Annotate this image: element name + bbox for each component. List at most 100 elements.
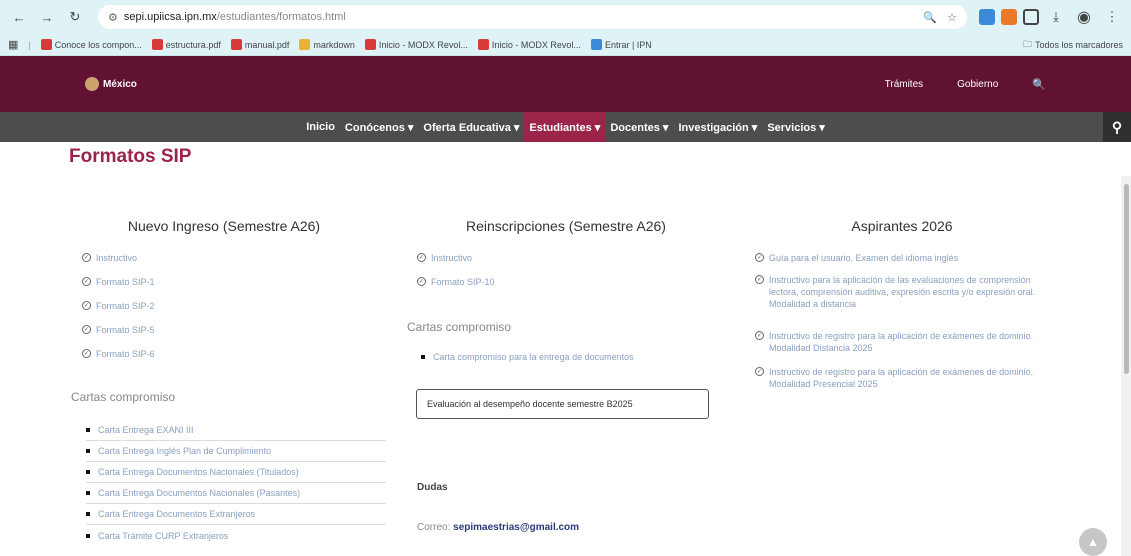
bookmark-item[interactable]: Entrar | IPN — [590, 39, 652, 50]
list-item[interactable]: Carta compromiso para la entrega de docu… — [421, 350, 634, 364]
page-title: Formatos SIP — [69, 146, 192, 167]
list-item[interactable]: ✓ Formato SIP-5 — [82, 324, 155, 348]
nav-conocenos[interactable]: Conócenos ▾ — [340, 112, 418, 142]
bullet-icon — [86, 449, 90, 453]
menu-icon[interactable]: ⋮ — [1101, 6, 1123, 28]
check-circle-icon: ✓ — [417, 253, 426, 262]
nav-docentes[interactable]: Docentes ▾ — [605, 112, 673, 142]
check-circle-icon: ✓ — [82, 253, 91, 262]
bookmark-item[interactable]: Conoce los compon... — [40, 39, 142, 50]
back-button[interactable]: ← — [8, 6, 30, 28]
address-bar[interactable]: ⚙ sepi.upiicsa.ipn.mx/estudiantes/format… — [98, 5, 967, 29]
bookmark-favicon-icon — [590, 39, 602, 50]
bookmark-favicon-icon — [40, 39, 52, 50]
bullet-icon — [86, 512, 90, 516]
check-circle-icon: ✓ — [82, 325, 91, 334]
search-icon[interactable]: 🔍 — [1032, 78, 1046, 91]
check-circle-icon: ✓ — [82, 277, 91, 286]
aspirantes-list: ✓ Guía para el usuario. Examen del idioma… — [755, 252, 1045, 402]
profile-icon[interactable]: ◉ — [1073, 6, 1095, 28]
nav-servicios[interactable]: Servicios ▾ — [762, 112, 830, 142]
mexico-seal-icon — [85, 77, 99, 91]
bookmark-favicon-icon — [364, 39, 376, 50]
bullet-icon — [86, 428, 90, 432]
list-item[interactable]: ✓ Formato SIP-6 — [82, 348, 155, 372]
url-host: sepi.upiicsa.ipn.mx — [123, 11, 217, 23]
site-info-icon[interactable]: ⚙ — [108, 11, 118, 24]
section-heading: Cartas compromiso — [71, 390, 176, 404]
col-title: Aspirantes 2026 — [851, 218, 953, 234]
check-circle-icon: ✓ — [82, 301, 91, 310]
gov-header: México Trámites Gobierno 🔍 — [0, 56, 1131, 112]
forward-button[interactable]: → — [36, 6, 58, 28]
check-circle-icon: ✓ — [755, 253, 764, 262]
cartas-list: Carta Entrega EXANI III Carta Entrega In… — [86, 420, 386, 546]
bookmark-item[interactable]: Inicio - MODX Revol... — [364, 39, 468, 50]
check-circle-icon: ✓ — [82, 349, 91, 358]
list-item[interactable]: Carta Entrega EXANI III — [86, 420, 386, 441]
url-path: /estudiantes/formatos.html — [216, 11, 346, 23]
bookmarks-bar: ▦ | Conoce los compon... estructura.pdf … — [0, 34, 1131, 56]
zoom-icon[interactable]: 🔍 — [923, 11, 937, 24]
bookmark-favicon-icon — [230, 39, 242, 50]
list-item[interactable]: ✓ Instructivo — [417, 252, 495, 276]
gov-link-tramites[interactable]: Trámites — [885, 79, 924, 90]
evaluacion-docente-button[interactable]: Evaluación al desempeño docente semestre… — [416, 389, 709, 419]
check-circle-icon: ✓ — [417, 277, 426, 286]
apps-icon[interactable]: ▦ — [8, 38, 18, 51]
list-item[interactable]: Carta Trámite CURP Extranjeros — [86, 525, 386, 546]
bookmark-item[interactable]: estructura.pdf — [151, 39, 221, 50]
main-nav: Inicio Conócenos ▾ Oferta Educativa ▾ Es… — [0, 112, 1131, 142]
reload-button[interactable]: ↻ — [64, 6, 86, 28]
download-icon[interactable]: ⤓ — [1045, 6, 1067, 28]
reinscripciones-list: ✓ Instructivo ✓ Formato SIP-10 — [417, 252, 495, 300]
list-item[interactable]: ✓ Instructivo de registro para la aplicac… — [755, 330, 1045, 366]
bullet-icon — [421, 355, 425, 359]
list-item[interactable]: ✓ Formato SIP-10 — [417, 276, 495, 300]
section-heading: Cartas compromiso — [407, 320, 512, 334]
list-item[interactable]: ✓ Instructivo para la aplicación de las e… — [755, 274, 1045, 330]
all-bookmarks[interactable]: 🗀 Todos los marcadores — [1023, 37, 1123, 53]
list-item[interactable]: ✓ Formato SIP-2 — [82, 300, 155, 324]
gov-link-gobierno[interactable]: Gobierno — [957, 79, 998, 90]
mexico-logo[interactable]: México — [85, 77, 137, 91]
list-item[interactable]: ✓ Guía para el usuario. Examen del idioma… — [755, 252, 1045, 274]
nav-search-icon[interactable]: ⚲ — [1103, 112, 1131, 142]
folder-icon: 🗀 — [1022, 38, 1032, 49]
scroll-top-button[interactable]: ▲ — [1079, 528, 1107, 556]
bullet-icon — [86, 470, 90, 474]
check-circle-icon: ✓ — [755, 331, 764, 340]
bullet-icon — [86, 533, 90, 538]
extension-icon[interactable] — [979, 9, 995, 25]
nuevo-ingreso-list: ✓ Instructivo ✓ Formato SIP-1 ✓ Formato SIP… — [82, 252, 155, 372]
nav-investigacion[interactable]: Investigación ▾ — [673, 112, 762, 142]
check-circle-icon: ✓ — [755, 275, 764, 284]
list-item[interactable]: Carta Entrega Documentos Extranjeros — [86, 504, 386, 525]
list-item[interactable]: ✓ Instructivo — [82, 252, 155, 276]
scrollbar-thumb[interactable] — [1124, 184, 1129, 374]
col-title: Nuevo Ingreso (Semestre A26) — [127, 218, 321, 234]
bookmark-favicon-icon — [151, 39, 163, 50]
bookmark-item[interactable]: Inicio - MODX Revol... — [477, 39, 581, 50]
browser-toolbar: ← → ↻ ⚙ sepi.upiicsa.ipn.mx/estudiantes/… — [0, 0, 1131, 34]
bookmark-favicon-icon — [299, 39, 311, 50]
nav-oferta-educativa[interactable]: Oferta Educativa ▾ — [418, 112, 524, 142]
dudas-heading: Dudas — [417, 482, 448, 493]
col-nuevo-ingreso: Nuevo Ingreso (Semestre A26) — [82, 218, 382, 234]
extensions-puzzle-icon[interactable] — [1023, 9, 1039, 25]
nav-estudiantes[interactable]: Estudiantes ▾ — [524, 112, 606, 142]
list-item[interactable]: Carta Entrega Documentos Nacionales (Pas… — [86, 483, 386, 504]
bookmark-item[interactable]: manual.pdf — [230, 39, 289, 50]
cartas-list: Carta compromiso para la entrega de docu… — [421, 350, 634, 364]
extension-icon[interactable] — [1001, 9, 1017, 25]
bookmark-star-icon[interactable]: ☆ — [947, 11, 957, 24]
list-item[interactable]: Carta Entrega Inglés Plan de Cumplimient… — [86, 441, 386, 462]
nav-inicio[interactable]: Inicio — [301, 112, 340, 142]
col-title: Reinscripciones (Semestre A26) — [466, 218, 666, 234]
bookmark-item[interactable]: markdown — [299, 39, 355, 50]
list-item[interactable]: ✓ Formato SIP-1 — [82, 276, 155, 300]
bullet-icon — [86, 491, 90, 495]
list-item[interactable]: ✓ Instructivo de registro para la aplicac… — [755, 366, 1045, 402]
list-item[interactable]: Carta Entrega Documentos Nacionales (Tit… — [86, 462, 386, 483]
email-link[interactable]: sepimaestrias@gmail.com — [453, 522, 579, 533]
